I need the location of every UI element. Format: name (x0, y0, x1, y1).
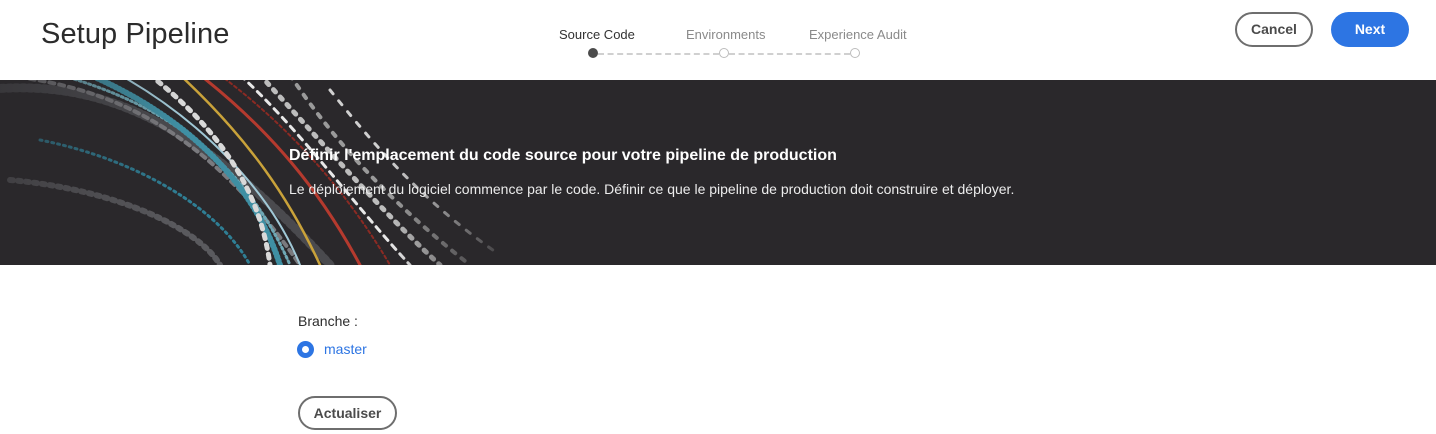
hero-banner: Définir l'emplacement du code source pou… (0, 80, 1436, 265)
step-source-code-dot (588, 48, 598, 58)
cancel-button[interactable]: Cancel (1235, 12, 1313, 47)
progress-stepper: Source Code Environments Experience Audi… (540, 0, 940, 80)
banner-title: Définir l'emplacement du code source pou… (289, 147, 837, 164)
branch-label: Branche : (298, 313, 358, 329)
step-environments-dot (719, 48, 729, 58)
branch-master-radio[interactable] (297, 341, 314, 358)
page-title: Setup Pipeline (41, 18, 230, 50)
step-source-code-label[interactable]: Source Code (559, 27, 635, 42)
refresh-button[interactable]: Actualiser (298, 396, 397, 430)
step-experience-audit-label[interactable]: Experience Audit (809, 27, 907, 42)
banner-description: Le déploiement du logiciel commence par … (289, 181, 1015, 197)
radio-selected-indicator (302, 346, 309, 353)
banner-background-art (0, 80, 520, 265)
step-environments-label[interactable]: Environments (686, 27, 765, 42)
step-connector (729, 53, 850, 55)
branch-master-label[interactable]: master (324, 341, 367, 357)
next-button[interactable]: Next (1331, 12, 1409, 47)
step-connector (598, 53, 719, 55)
header: Setup Pipeline Source Code Environments … (0, 0, 1436, 80)
step-experience-audit-dot (850, 48, 860, 58)
